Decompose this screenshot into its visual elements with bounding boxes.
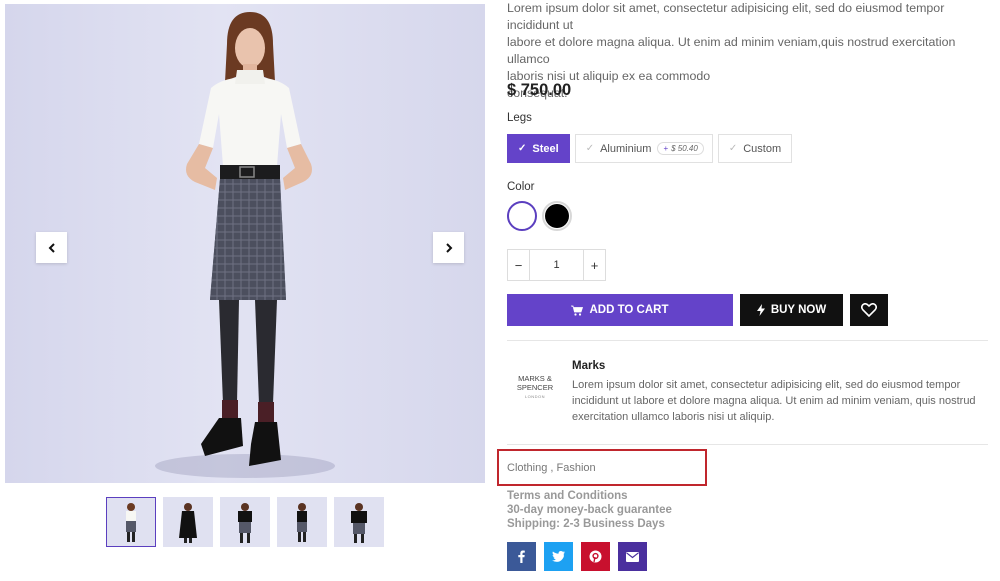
product-categories: Clothing , Fashion: [497, 449, 707, 486]
color-swatch-black[interactable]: [542, 201, 572, 231]
check-icon: ✓: [585, 143, 595, 154]
buy-now-label: BUY NOW: [770, 304, 827, 316]
twitter-icon: [552, 551, 565, 562]
brand-name: Marks: [572, 360, 606, 372]
share-email-button[interactable]: [618, 542, 647, 571]
legs-option-steel[interactable]: ✓ Steel: [507, 134, 570, 163]
wishlist-button[interactable]: [850, 294, 888, 326]
swatch-fill: [545, 204, 569, 228]
thumbnail-3[interactable]: [220, 497, 270, 547]
chevron-left-icon: [48, 242, 55, 253]
next-image-button[interactable]: [433, 232, 464, 263]
surcharge-value: $ 50.40: [671, 144, 698, 153]
thumbnail-5[interactable]: [334, 497, 384, 547]
category-link-clothing[interactable]: Clothing: [507, 462, 547, 474]
description-line: Lorem ipsum dolor sit amet, consectetur …: [507, 1, 945, 32]
pinterest-icon: [589, 550, 602, 563]
share-pinterest-button[interactable]: [581, 542, 610, 571]
plus-icon: +: [663, 144, 669, 153]
quantity-increase-button[interactable]: +: [584, 250, 605, 280]
logo-text: MARKS &: [518, 373, 552, 383]
shipping-text: Shipping: 2-3 Business Days: [507, 518, 665, 530]
thumbnail-image: [238, 503, 252, 543]
thumbnail-2[interactable]: [163, 497, 213, 547]
thumbnail-image: [179, 503, 197, 543]
model-illustration: [155, 12, 335, 478]
thumbnail-4[interactable]: [277, 497, 327, 547]
description-line: consequat.: [507, 86, 568, 100]
envelope-icon: [626, 551, 639, 562]
logo-text: SPENCER: [516, 382, 554, 392]
share-buttons: [507, 542, 647, 571]
add-to-cart-button[interactable]: ADD TO CART: [507, 294, 733, 326]
product-main-image: [5, 4, 485, 483]
thumbnail-image: [297, 503, 307, 542]
check-icon: ✓: [518, 143, 527, 154]
add-to-cart-label: ADD TO CART: [589, 304, 669, 316]
facebook-icon: [518, 550, 525, 563]
surcharge-badge: + $ 50.40: [657, 142, 704, 155]
check-icon: ✓: [728, 143, 738, 154]
thumbnail-image: [351, 503, 367, 543]
prev-image-button[interactable]: [36, 232, 67, 263]
buy-now-button[interactable]: BUY NOW: [740, 294, 843, 326]
category-link-fashion[interactable]: Fashion: [557, 462, 596, 474]
option-label: Steel: [532, 142, 559, 155]
legs-option-custom[interactable]: ✓ Custom: [717, 134, 793, 163]
product-price: $ 750.00: [507, 81, 572, 99]
color-swatch-white[interactable]: [507, 201, 537, 231]
guarantee-text: 30-day money-back guarantee: [507, 504, 672, 516]
divider: [507, 444, 988, 445]
policy-info: Terms and Conditions 30-day money-back g…: [507, 489, 672, 531]
chevron-right-icon: [445, 242, 452, 253]
brand-description: Lorem ipsum dolor sit amet, consectetur …: [572, 379, 976, 423]
share-facebook-button[interactable]: [507, 542, 536, 571]
description-line: labore et dolore magna aliqua. Ut enim a…: [507, 35, 956, 66]
divider: [507, 340, 988, 341]
share-twitter-button[interactable]: [544, 542, 573, 571]
category-separator: ,: [547, 461, 557, 474]
terms-link[interactable]: Terms and Conditions: [507, 489, 672, 503]
option-label: Aluminium: [600, 142, 652, 155]
legs-option-aluminium[interactable]: ✓ Aluminium + $ 50.40: [574, 134, 713, 163]
quantity-decrease-button[interactable]: −: [508, 250, 529, 280]
thumbnail-1[interactable]: [106, 497, 156, 547]
lightning-icon: [756, 304, 765, 316]
product-description: Lorem ipsum dolor sit amet, consectetur …: [507, 0, 987, 102]
color-swatches: [507, 201, 572, 231]
option-label: Custom: [743, 142, 782, 155]
logo-text: LONDON: [524, 393, 546, 399]
color-label: Color: [507, 181, 535, 193]
legs-options: ✓ Steel ✓ Aluminium + $ 50.40 ✓ Custom: [507, 134, 793, 163]
brand-logo: MARKS & SPENCER LONDON: [507, 370, 563, 404]
legs-label: Legs: [507, 112, 532, 124]
swatch-fill: [510, 204, 534, 228]
cart-icon: [571, 305, 584, 316]
heart-icon: [861, 303, 877, 317]
description-line: laboris nisi ut aliquip ex ea commodo: [507, 69, 711, 83]
thumbnail-strip: [106, 497, 384, 547]
quantity-stepper: − 1 +: [507, 249, 606, 281]
thumbnail-image: [126, 503, 136, 542]
quantity-input[interactable]: 1: [529, 250, 584, 280]
